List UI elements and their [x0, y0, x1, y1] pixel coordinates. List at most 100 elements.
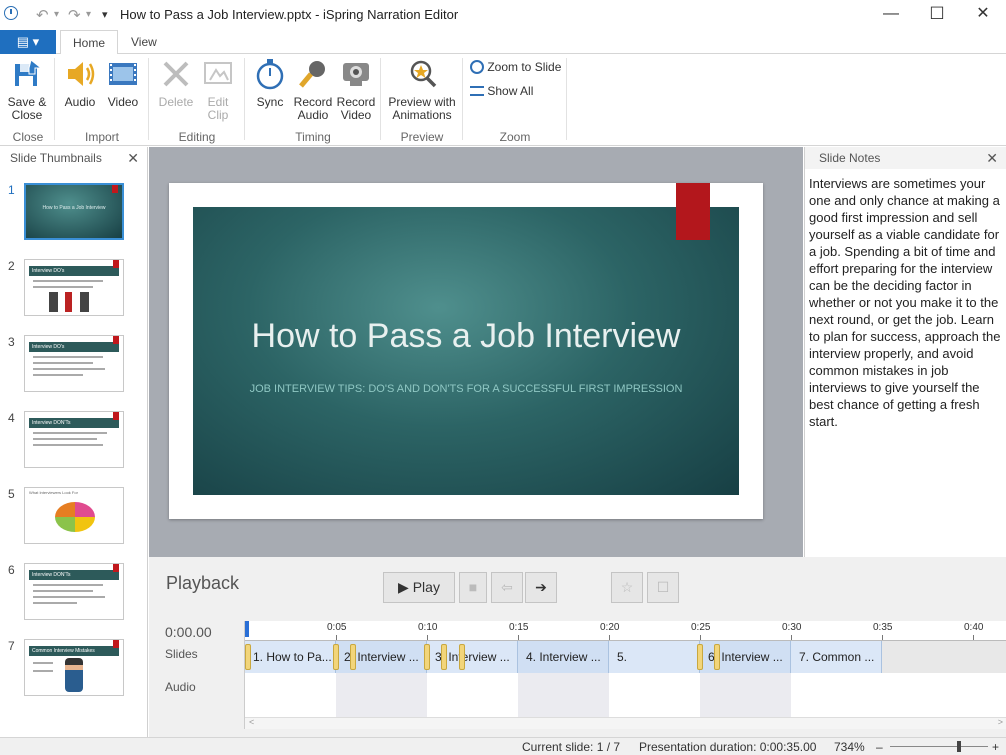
- zoom-slider-thumb[interactable]: [957, 741, 961, 752]
- minimize-button[interactable]: —: [868, 2, 914, 28]
- group-label-editing: Editing: [178, 130, 216, 144]
- thumb-text-line: [33, 596, 105, 598]
- notes-text[interactable]: Interviews are sometimes your one and on…: [805, 169, 1006, 430]
- audio-region: [700, 673, 791, 717]
- record-audio-button[interactable]: Record Audio: [292, 58, 334, 122]
- group-label-zoom: Zoom: [499, 130, 531, 144]
- slide-segment-1[interactable]: 1. How to Pa...: [245, 641, 336, 673]
- maximize-button[interactable]: ☐: [914, 2, 960, 28]
- slide-thumbnail-3[interactable]: 3 Interview DO's: [0, 335, 148, 399]
- scroll-right-icon[interactable]: >: [998, 717, 1003, 727]
- box-button[interactable]: ☐: [647, 572, 679, 603]
- import-video-button[interactable]: Video: [104, 58, 142, 109]
- slide-canvas: How to Pass a Job Interview JOB INTERVIE…: [149, 147, 803, 557]
- preview-animations-label: Preview with Animations: [388, 95, 456, 122]
- record-video-button[interactable]: Record Video: [336, 58, 376, 122]
- slide-segment-7[interactable]: 7. Common ...: [791, 641, 882, 673]
- thumb-title: Interview DO's: [29, 266, 119, 276]
- flag-decoration: [113, 564, 119, 572]
- audio-track[interactable]: [245, 673, 1006, 717]
- timing-marker[interactable]: [245, 644, 251, 670]
- delete-x-icon: [160, 58, 192, 90]
- close-window-button[interactable]: ✕: [960, 2, 1006, 28]
- next-slide-button[interactable]: ➔: [525, 572, 557, 603]
- ribbon-tabs: ▤ ▾ Home View: [0, 30, 1006, 55]
- delete-button[interactable]: Delete: [156, 58, 196, 109]
- tab-view[interactable]: View: [119, 30, 169, 55]
- tick: [882, 635, 883, 640]
- play-button[interactable]: ▶ Play: [383, 572, 455, 603]
- zoom-out-icon[interactable]: –: [876, 740, 883, 754]
- record-audio-label: Record Audio: [293, 95, 333, 122]
- thumb-image: Interview DO's: [24, 335, 124, 392]
- zoom-in-icon[interactable]: +: [992, 740, 999, 754]
- file-menu-button[interactable]: ▤ ▾: [0, 30, 56, 54]
- zoom-to-slide-label: Zoom to Slide: [487, 60, 562, 74]
- slide-preview: How to Pass a Job Interview JOB INTERVIE…: [169, 183, 763, 519]
- tick-label: 0:15: [509, 622, 529, 633]
- show-all-button[interactable]: Show All: [470, 84, 533, 98]
- thumb-text-line: [33, 356, 103, 358]
- preview-animations-button[interactable]: Preview with Animations: [386, 58, 458, 122]
- thumb-title: Interview DO's: [29, 342, 119, 352]
- pie-chart-image: [55, 502, 95, 532]
- thumb-text-line: [33, 444, 103, 446]
- slide-segment-5[interactable]: 5.: [609, 641, 700, 673]
- flag-decoration: [113, 412, 119, 420]
- slide-thumbnail-1[interactable]: 1 How to Pass a Job Interview: [0, 183, 148, 247]
- save-close-button[interactable]: Save & Close: [6, 58, 48, 122]
- previous-slide-button[interactable]: ⇦: [491, 572, 523, 603]
- thumb-text-line: [33, 602, 77, 604]
- timing-marker[interactable]: [333, 644, 339, 670]
- slide-thumbnail-5[interactable]: 5 What Interviewers Look For: [0, 487, 148, 551]
- sync-button[interactable]: Sync: [252, 58, 288, 109]
- edit-clip-button[interactable]: Edit Clip: [200, 58, 236, 122]
- close-notes-icon[interactable]: ✕: [986, 147, 998, 169]
- timing-marker[interactable]: [424, 644, 430, 670]
- zoom-to-slide-button[interactable]: Zoom to Slide: [470, 60, 561, 74]
- timing-marker[interactable]: [714, 644, 720, 670]
- timing-marker[interactable]: [459, 644, 465, 670]
- duration-status: Presentation duration: 0:00:35.00: [639, 740, 817, 754]
- thumbnails-header: Slide Thumbnails ✕: [0, 147, 147, 169]
- undo-icon[interactable]: ↶: [36, 6, 49, 24]
- tick-label: 0:35: [873, 622, 893, 633]
- timeline[interactable]: 0:05 0:10 0:15 0:20 0:25 0:30 0:35 0:40 …: [244, 621, 1006, 729]
- playhead[interactable]: [245, 621, 249, 637]
- close-thumbnails-icon[interactable]: ✕: [127, 147, 139, 169]
- tick: [336, 635, 337, 640]
- stop-button[interactable]: ■: [459, 572, 487, 603]
- separator: [380, 58, 381, 140]
- slide-segment-4[interactable]: 4. Interview ...: [518, 641, 609, 673]
- person-illustration: [65, 658, 83, 692]
- slides-track: 1. How to Pa... 2. Interview ... 3. Inte…: [245, 641, 1006, 673]
- group-label-import: Import: [84, 130, 119, 144]
- timing-marker[interactable]: [350, 644, 356, 670]
- zoom-slider-track[interactable]: [890, 746, 988, 747]
- redo-icon[interactable]: ↷: [68, 6, 81, 24]
- thumb-title: Interview DON'Ts: [29, 418, 119, 428]
- thumb-image: Interview DON'Ts: [24, 563, 124, 620]
- tab-home[interactable]: Home: [60, 30, 119, 55]
- horizontal-scrollbar[interactable]: < >: [245, 717, 1006, 729]
- customize-qat-icon[interactable]: ▾: [102, 8, 108, 21]
- timing-marker[interactable]: [441, 644, 447, 670]
- slide-thumbnail-4[interactable]: 4 Interview DON'Ts: [0, 411, 148, 475]
- edit-clip-icon: [202, 58, 234, 90]
- thumb-text-line: [33, 362, 93, 364]
- thumb-title: What Interviewers Look For: [29, 490, 78, 495]
- scroll-left-icon[interactable]: <: [249, 717, 254, 727]
- import-audio-button[interactable]: Audio: [62, 58, 98, 109]
- time-ruler[interactable]: 0:05 0:10 0:15 0:20 0:25 0:30 0:35 0:40: [245, 621, 1006, 641]
- timing-marker[interactable]: [697, 644, 703, 670]
- title-bar: ↶ ▾ ↷ ▾ ▾ How to Pass a Job Interview.pp…: [0, 0, 1006, 30]
- redo-dropdown-icon[interactable]: ▾: [86, 9, 91, 20]
- slide-thumbnail-6[interactable]: 6 Interview DON'Ts: [0, 563, 148, 627]
- slide-thumbnail-2[interactable]: 2 Interview DO's: [0, 259, 148, 323]
- star-button[interactable]: ☆: [611, 572, 643, 603]
- tick: [700, 635, 701, 640]
- undo-dropdown-icon[interactable]: ▾: [54, 9, 59, 20]
- save-icon: [11, 58, 43, 90]
- show-all-label: Show All: [487, 84, 534, 98]
- slide-thumbnail-7[interactable]: 7 Common Interview Mistakes: [0, 639, 148, 703]
